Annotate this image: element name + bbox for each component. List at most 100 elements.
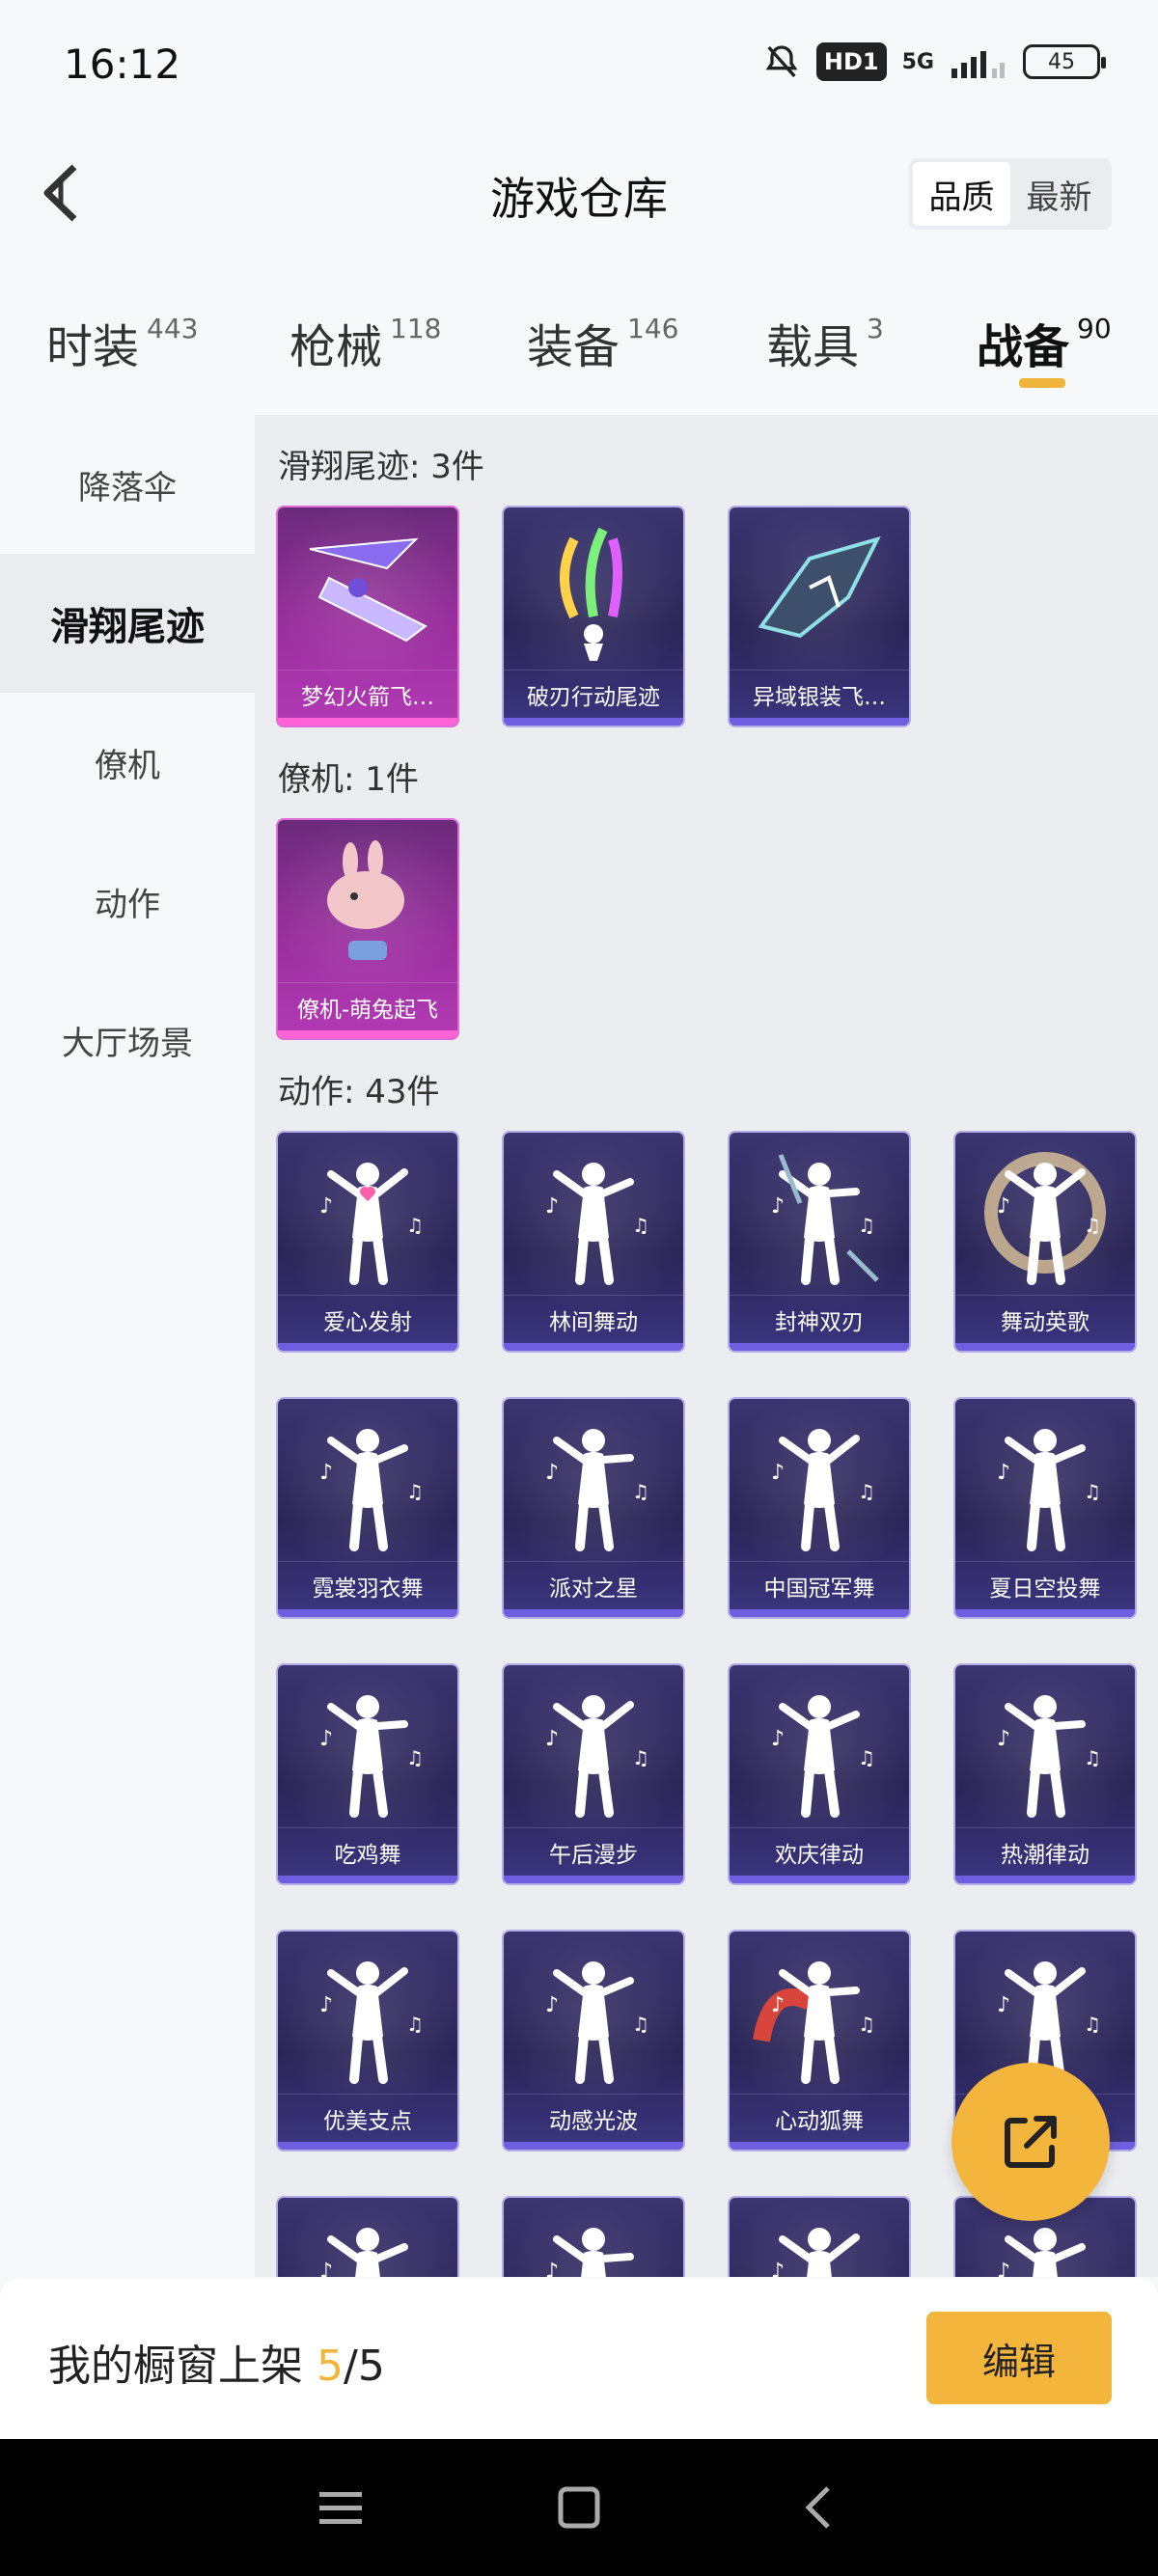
tab-battle-gear[interactable]: 战备 90 (977, 309, 1112, 376)
sidebar-item-parachute[interactable]: 降落伞 (0, 415, 255, 554)
signal-icon (950, 42, 1007, 81)
smoke-trail-icon (504, 515, 683, 670)
item-card[interactable]: ♪♫ (730, 2198, 909, 2277)
tab-vehicles[interactable]: 载具 3 (766, 309, 884, 376)
sort-option-quality[interactable]: 品质 (913, 162, 1010, 226)
item-card[interactable]: ♪♫ (278, 2198, 457, 2277)
svg-text:♪: ♪ (545, 1727, 559, 1751)
tab-label: 时装 (46, 320, 140, 374)
item-card[interactable]: 破刃行动尾迹 (504, 507, 683, 726)
item-card[interactable]: 僚机-萌兔起飞 (278, 820, 457, 1038)
item-card[interactable]: ♪ ♫ 霓裳羽衣舞 (278, 1399, 457, 1617)
edit-button[interactable]: 编辑 (926, 2312, 1112, 2404)
dance-pose-icon: ♪♫ (730, 1407, 909, 1561)
mute-bell-icon (762, 42, 801, 81)
item-card[interactable]: 异域银装飞… (730, 507, 909, 726)
dance-pose-icon: ♪♫ (504, 2206, 683, 2277)
svg-text:♫: ♫ (406, 1214, 424, 1237)
share-icon (1005, 2116, 1057, 2168)
share-fab[interactable] (951, 2063, 1110, 2221)
active-tab-indicator (1019, 378, 1065, 388)
tab-label: 载具 (766, 320, 860, 374)
system-nav-bar (0, 2439, 1158, 2576)
item-card-label: 异域银装飞… (730, 670, 909, 718)
item-card[interactable]: 梦幻火箭飞… (278, 507, 457, 726)
svg-text:♪: ♪ (319, 1727, 333, 1751)
svg-text:♪: ♪ (771, 1727, 785, 1751)
svg-text:♪: ♪ (997, 1727, 1010, 1751)
item-card[interactable]: ♪ ♫ 中国冠军舞 (730, 1399, 909, 1617)
item-card[interactable]: ♪ ♫ 派对之星 (504, 1399, 683, 1617)
tab-count: 118 (390, 313, 442, 344)
item-card-label: 破刃行动尾迹 (504, 670, 683, 718)
tab-count: 3 (867, 313, 884, 344)
item-card[interactable]: ♪ ♫ 热潮律动 (955, 1665, 1135, 1883)
item-card[interactable]: ♪ ♫ 夏日空投舞 (955, 1399, 1135, 1617)
rarity-bar (504, 1609, 683, 1617)
rarity-bar (278, 718, 457, 726)
status-bar: 16:12 HD1 5G 45 (0, 0, 1158, 135)
svg-text:♪: ♪ (545, 1194, 559, 1219)
item-card-label: 中国冠军舞 (730, 1561, 909, 1609)
item-card[interactable]: ♪ ♫ 动感光波 (504, 1932, 683, 2150)
item-card-label: 心动狐舞 (730, 2094, 909, 2142)
battery-icon: 45 (1023, 44, 1106, 79)
rarity-bar (730, 1343, 909, 1351)
tab-fashion[interactable]: 时装 443 (46, 309, 198, 376)
item-card[interactable]: ♪ ♫ 心动狐舞 (730, 1932, 909, 2150)
tab-equipment[interactable]: 装备 146 (527, 309, 678, 376)
item-card[interactable]: ♪ ♫ 欢庆律动 (730, 1665, 909, 1883)
sidebar-item-lobby-scene[interactable]: 大厅场景 (0, 971, 255, 1110)
silver-wing-icon (730, 515, 909, 670)
rarity-bar (730, 1876, 909, 1883)
svg-text:♫: ♫ (858, 1480, 875, 1503)
item-card[interactable]: ♪ ♫ 爱心发射 (278, 1133, 457, 1351)
item-card[interactable]: ♪ ♫ 优美支点 (278, 1932, 457, 2150)
svg-text:♫: ♫ (1084, 2013, 1101, 2036)
item-card[interactable]: ♪ ♫ 封神双刃 (730, 1133, 909, 1351)
item-card-label: 吃鸡舞 (278, 1827, 457, 1876)
item-card[interactable]: ♪ ♫ 吃鸡舞 (278, 1665, 457, 1883)
rarity-bar (955, 1876, 1135, 1883)
item-card[interactable]: ♪ ♫ 林间舞动 (504, 1133, 683, 1351)
svg-text:♪: ♪ (319, 1993, 333, 2017)
section-title-glide-trail: 滑翔尾迹: 3件 (278, 448, 484, 486)
sidebar-item-glide-trail[interactable]: 滑翔尾迹 (0, 554, 255, 693)
menu-nav-button[interactable] (312, 2479, 370, 2536)
tab-count: 443 (147, 313, 199, 344)
svg-text:♪: ♪ (545, 1461, 559, 1485)
dance-pose-icon: ♪♫ (955, 1407, 1135, 1561)
svg-text:♫: ♫ (1084, 1214, 1101, 1237)
item-card-label: 夏日空投舞 (955, 1561, 1135, 1609)
bunny-drone-icon (278, 828, 457, 982)
hd-badge: HD1 (815, 42, 887, 81)
rocket-glider-icon (278, 515, 457, 670)
svg-text:♫: ♫ (406, 2013, 424, 2036)
showcase-status: 我的橱窗上架 5/5 (48, 2331, 385, 2393)
item-card[interactable]: ♪ ♫ 午后漫步 (504, 1665, 683, 1883)
rarity-bar (730, 718, 909, 726)
header: 游戏仓库 品质 最新 (0, 135, 1158, 251)
showcase-current: 5 (317, 2342, 344, 2391)
home-nav-button[interactable] (550, 2479, 608, 2536)
section-title-emotes: 动作: 43件 (278, 1073, 440, 1111)
svg-text:♫: ♫ (632, 1480, 649, 1503)
sidebar-item-wingman[interactable]: 僚机 (0, 693, 255, 832)
showcase-label: 我的橱窗上架 (48, 2342, 303, 2391)
dance-pose-icon: ♪♫ (504, 1939, 683, 2094)
back-nav-button[interactable] (788, 2479, 846, 2536)
tab-weapons[interactable]: 枪械 118 (290, 309, 441, 376)
item-card-label: 爱心发射 (278, 1295, 457, 1343)
item-card-label: 封神双刃 (730, 1295, 909, 1343)
showcase-total: /5 (344, 2342, 385, 2391)
svg-text:♫: ♫ (1084, 1746, 1101, 1769)
sidebar-item-emotes[interactable]: 动作 (0, 832, 255, 971)
twin-blade-icon: ♪ ♫ (730, 1140, 909, 1295)
item-card[interactable]: ♪♫ (504, 2198, 683, 2277)
sort-option-newest[interactable]: 最新 (1010, 162, 1108, 226)
tab-label: 战备 (977, 320, 1070, 374)
svg-text:♫: ♫ (858, 2013, 875, 2036)
item-card[interactable]: ♪ ♫ 舞动英歌 (955, 1133, 1135, 1351)
menu-icon (319, 2492, 363, 2524)
dance-pose-icon: ♪♫ (278, 1939, 457, 2094)
